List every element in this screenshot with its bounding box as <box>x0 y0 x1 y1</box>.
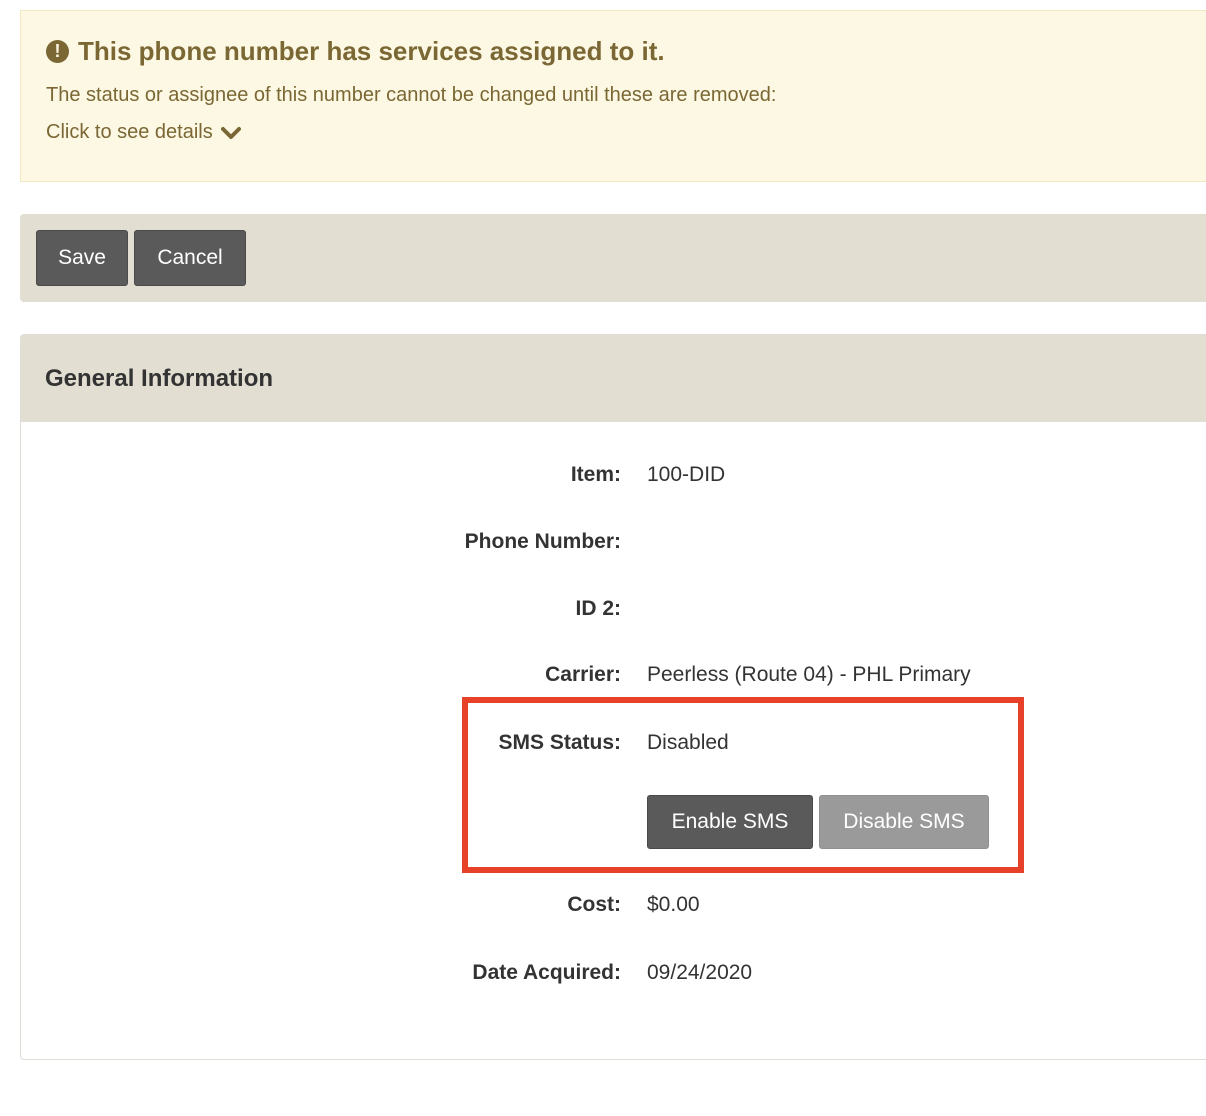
phone-number-label: Phone Number: <box>464 530 621 553</box>
services-warning-alert: ! This phone number has services assigne… <box>20 10 1206 182</box>
carrier-label: Carrier: <box>545 663 621 686</box>
panel-title: General Information <box>45 364 274 392</box>
carrier-value: Peerless (Route 04) - PHL Primary <box>647 663 971 686</box>
chevron-down-icon <box>220 126 241 139</box>
date-acquired-label: Date Acquired: <box>472 961 621 984</box>
alert-message: The status or assignee of this number ca… <box>46 84 777 106</box>
alert-title-row: ! This phone number has services assigne… <box>46 33 1206 69</box>
cost-value: $0.00 <box>647 893 700 916</box>
date-acquired-value: 09/24/2020 <box>647 961 753 984</box>
general-information-panel: General Information Item: 100-DID Phone … <box>20 334 1206 1060</box>
save-button[interactable]: Save <box>36 230 128 286</box>
alert-title: This phone number has services assigned … <box>78 35 665 66</box>
cost-label: Cost: <box>567 893 621 916</box>
cancel-button[interactable]: Cancel <box>134 230 246 286</box>
panel-header: General Information <box>21 335 1206 422</box>
see-details-label: Click to see details <box>46 121 213 143</box>
id2-label: ID 2: <box>575 597 621 620</box>
item-value: 100-DID <box>647 463 726 486</box>
sms-highlight-box <box>462 697 1024 873</box>
see-details-toggle[interactable]: Click to see details <box>46 121 241 144</box>
item-label: Item: <box>570 463 621 486</box>
form-toolbar: Save Cancel <box>20 214 1206 302</box>
exclamation-circle-icon: ! <box>46 39 69 63</box>
